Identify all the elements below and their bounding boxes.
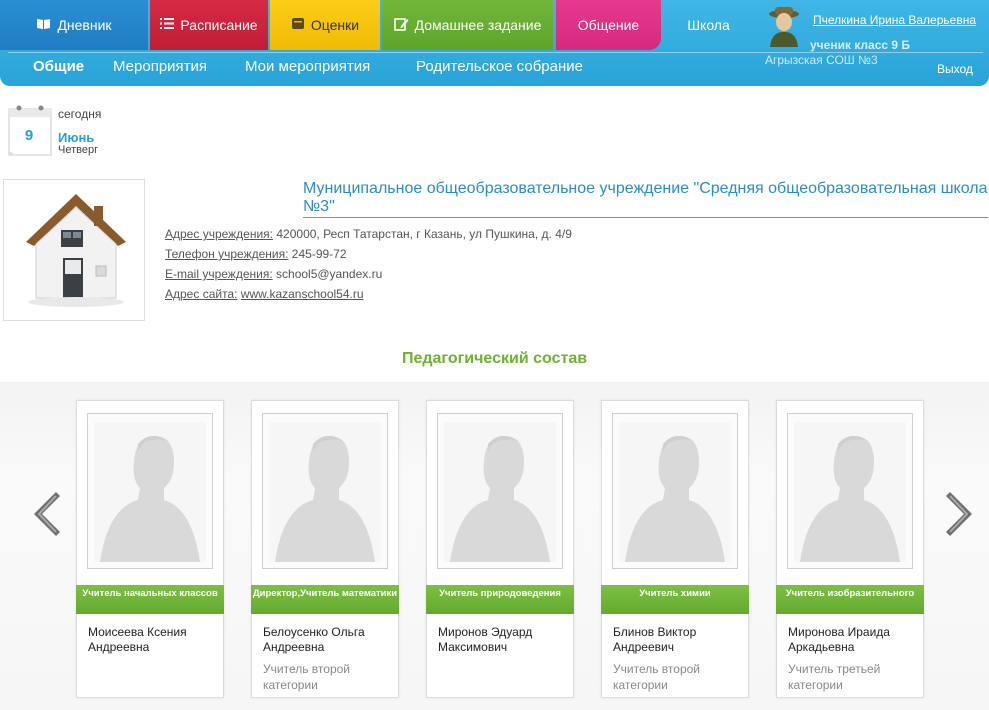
- top-navigation: Дневник Расписание Оценки Домашнее задан…: [0, 0, 989, 88]
- teacher-role: Учитель химии: [601, 585, 749, 614]
- teacher-card[interactable]: Учитель начальных классов Моисеева Ксени…: [76, 400, 224, 698]
- teacher-name: Миронов Эдуард Максимович: [438, 625, 533, 654]
- teacher-name: Моисеева Ксения Андреевна: [88, 625, 187, 654]
- phone-row: Телефон учреждения: 245-99-72: [165, 247, 347, 261]
- teacher-name: Блинов Виктор Андреевич: [613, 625, 697, 654]
- edit-icon: [393, 17, 409, 34]
- site-link[interactable]: www.kazanschool54.ru: [241, 287, 364, 301]
- site-label: Адрес сайта:: [165, 287, 238, 301]
- teacher-card[interactable]: Учитель изобразительного Миронова Ираида…: [776, 400, 924, 698]
- person-silhouette-icon: [619, 422, 731, 562]
- person-silhouette-icon: [94, 422, 206, 562]
- tab-label: Общение: [577, 17, 640, 33]
- tab-grades[interactable]: Оценки: [270, 0, 380, 50]
- tab-homework[interactable]: Домашнее задание: [382, 0, 553, 50]
- book-icon: [36, 17, 51, 33]
- teacher-role: Учитель изобразительного: [776, 585, 924, 614]
- tab-diary[interactable]: Дневник: [0, 0, 148, 50]
- subnav-general[interactable]: Общие: [33, 58, 84, 75]
- tab-label: Расписание: [180, 17, 258, 33]
- list-icon: [160, 17, 175, 33]
- teacher-role: Учитель начальных классов: [76, 585, 224, 614]
- person-silhouette-icon: [269, 422, 381, 562]
- tab-label: Школа: [687, 17, 730, 33]
- teacher-card[interactable]: Учитель природоведения Миронов Эдуард Ма…: [426, 400, 574, 698]
- site-row: Адрес сайта: www.kazanschool54.ru: [165, 287, 364, 301]
- user-name-link[interactable]: Пчелкина Ирина Валерьевна: [813, 13, 976, 27]
- address-row: Адрес учреждения: 420000, Респ Татарстан…: [165, 227, 572, 241]
- teacher-category: Учитель третьей категории: [788, 662, 881, 692]
- tab-label: Дневник: [57, 17, 112, 33]
- teacher-photo: [437, 413, 563, 569]
- teacher-photo: [87, 413, 213, 569]
- teacher-photo: [262, 413, 388, 569]
- chevron-left-icon: [34, 492, 60, 536]
- address-label: Адрес учреждения:: [165, 227, 274, 241]
- email-row: E-mail учреждения: school5@yandex.ru: [165, 267, 382, 281]
- phone-label: Телефон учреждения:: [165, 247, 289, 261]
- email-value: school5@yandex.ru: [276, 267, 383, 281]
- tab-communication[interactable]: Общение: [556, 0, 661, 50]
- user-role: ученик класс 9 Б: [810, 38, 911, 52]
- carousel-prev-button[interactable]: [30, 490, 62, 538]
- carousel-next-button[interactable]: [944, 490, 976, 538]
- today-label: сегодня: [58, 107, 102, 121]
- teacher-photo: [612, 413, 738, 569]
- teacher-role: Директор,Учитель математики: [251, 585, 399, 614]
- teacher-name: Миронова Ираида Аркадьевна: [788, 625, 890, 654]
- email-label: E-mail учреждения:: [165, 267, 273, 281]
- month-label: Июнь: [58, 130, 95, 145]
- grades-icon: [291, 17, 305, 33]
- teacher-card[interactable]: Учитель химии Блинов Виктор Андреевич Уч…: [601, 400, 749, 698]
- tab-label: Оценки: [310, 17, 360, 33]
- teacher-name: Белоусенко Ольга Андреевна: [263, 625, 365, 654]
- teacher-card[interactable]: Директор,Учитель математики Белоусенко О…: [251, 400, 399, 698]
- tab-label: Домашнее задание: [414, 17, 542, 33]
- tab-school[interactable]: Школа: [661, 0, 756, 50]
- weekday-label: Четверг: [58, 144, 99, 156]
- subnav-my-events[interactable]: Мои мероприятия: [245, 58, 370, 75]
- teacher-photo: [787, 413, 913, 569]
- school-title: Муниципальное общеобразовательное учрежд…: [303, 180, 988, 218]
- teacher-category: Учитель второй категории: [263, 662, 350, 692]
- person-silhouette-icon: [444, 422, 556, 562]
- staff-heading: Педагогический состав: [401, 350, 588, 367]
- user-avatar: [766, 5, 802, 47]
- chevron-right-icon: [946, 492, 972, 536]
- sub-navigation: Общие Мероприятия Мои мероприятия Родите…: [8, 52, 983, 86]
- teacher-category: Учитель второй категории: [613, 662, 700, 692]
- tab-schedule[interactable]: Расписание: [150, 0, 268, 50]
- subnav-parent-meeting[interactable]: Родительское собрание: [416, 58, 583, 75]
- calendar-day: 9: [24, 127, 34, 144]
- school-image: [3, 179, 145, 321]
- house-icon: [26, 194, 126, 307]
- subnav-events[interactable]: Мероприятия: [113, 58, 207, 75]
- person-silhouette-icon: [794, 422, 906, 562]
- address-value: 420000, Респ Татарстан, г Казань, ул Пуш…: [276, 227, 572, 241]
- phone-value: 245-99-72: [291, 247, 347, 261]
- teacher-role: Учитель природоведения: [426, 585, 574, 614]
